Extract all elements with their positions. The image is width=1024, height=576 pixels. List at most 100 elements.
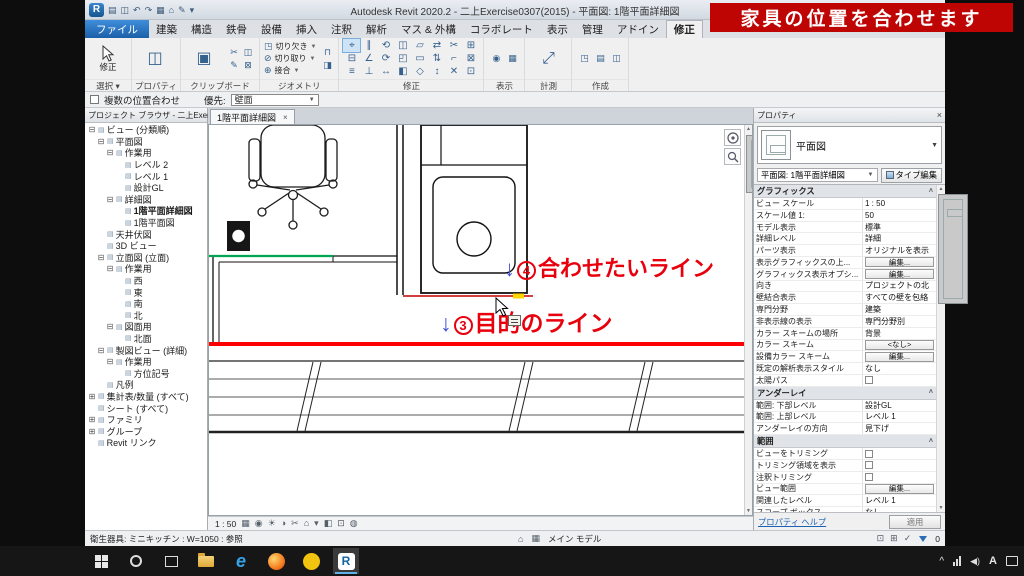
align-tool-icon[interactable]: ⌖ (343, 39, 360, 52)
modify-tool-icon-12[interactable]: ▭ (411, 52, 428, 65)
property-group-グラフィックス[interactable]: グラフィックス˄ (754, 185, 936, 198)
action-center-icon[interactable] (1006, 556, 1018, 566)
geometry-extra-icon-1[interactable]: ◨ (320, 59, 334, 72)
modify-tool-icon-15[interactable]: ⊠ (462, 52, 479, 65)
geometry-tool-0[interactable]: ◳切り欠き▼ (264, 41, 316, 52)
tree-item-3D ビュー[interactable]: ▤3D ビュー (85, 240, 207, 252)
tree-item-ビュー (分類順)[interactable]: ⊟▤ビュー (分類順) (85, 124, 207, 136)
tree-item-詳細図[interactable]: ⊟▤詳細図 (85, 194, 207, 206)
view-control-icon-3[interactable]: ◑ (281, 518, 286, 529)
properties-help-link[interactable]: プロパティ ヘルプ (758, 516, 826, 528)
tree-item-作業用[interactable]: ⊟▤作業用 (85, 263, 207, 275)
clipboard-tool-icon-3[interactable]: ⊠ (241, 59, 255, 72)
search-button[interactable] (123, 548, 149, 574)
tree-item-北[interactable]: ▤北 (85, 310, 207, 322)
view-control-icon-2[interactable]: ☀ (268, 518, 276, 529)
properties-scrollbar[interactable]: ▲ ▼ (936, 185, 945, 512)
ribbon-tab-注釈[interactable]: 注釈 (324, 20, 359, 38)
ribbon-tab-管理[interactable]: 管理 (575, 20, 610, 38)
modify-tool-icon-22[interactable]: ✕ (445, 65, 462, 78)
ribbon-tab-建築[interactable]: 建築 (149, 20, 184, 38)
modify-tool-icon-16[interactable]: ≡ (343, 65, 360, 78)
scrollbar-thumb[interactable] (746, 135, 753, 193)
clipboard-tool-icon-1[interactable]: ◫ (241, 46, 255, 59)
tree-item-Revit リンク[interactable]: ▤Revit リンク (85, 437, 207, 449)
tree-item-作業用[interactable]: ⊟▤作業用 (85, 147, 207, 159)
tree-item-製図ビュー (詳細)[interactable]: ⊟▤製図ビュー (詳細) (85, 344, 207, 356)
modify-button[interactable]: 修正 (89, 45, 127, 72)
modify-tool-icon-9[interactable]: ∠ (360, 52, 377, 65)
view-tool-icon-0[interactable]: ◉ (488, 50, 504, 68)
file-explorer-icon[interactable] (193, 548, 219, 574)
document-tab[interactable]: 1階平面詳細図 × (210, 109, 295, 124)
view-scale[interactable]: 1 : 50 (215, 519, 236, 529)
modify-tool-icon-20[interactable]: ◇ (411, 65, 428, 78)
canvas-vertical-scrollbar[interactable]: ▲ ▼ (744, 125, 752, 515)
tree-item-西[interactable]: ▤西 (85, 275, 207, 287)
ribbon-tab-構造[interactable]: 構造 (184, 20, 219, 38)
worksets-icon[interactable]: ▦ (531, 533, 540, 544)
modify-tool-icon-21[interactable]: ↕ (428, 65, 445, 78)
tree-item-北面[interactable]: ▤北面 (85, 333, 207, 345)
ime-indicator[interactable]: A (989, 555, 997, 567)
ribbon-tab-鉄骨[interactable]: 鉄骨 (219, 20, 254, 38)
ribbon-tab-アドイン[interactable]: アドイン (610, 20, 666, 38)
qat-icon-4[interactable]: ▦ (156, 3, 165, 17)
tree-item-グループ[interactable]: ⊞▤グループ (85, 425, 207, 437)
revit-logo-icon[interactable]: R (89, 3, 104, 17)
tree-item-平面図[interactable]: ⊟▤平面図 (85, 136, 207, 148)
tree-item-方位記号[interactable]: ▤方位記号 (85, 367, 207, 379)
create-tool-icon-1[interactable]: ▤ (592, 50, 608, 68)
zoom-icon[interactable] (724, 148, 741, 165)
modify-tool-icon-2[interactable]: ⟲ (377, 39, 394, 52)
properties-toggle-button[interactable]: ◫ (136, 50, 174, 68)
modify-tool-icon-13[interactable]: ⇅ (428, 52, 445, 65)
status-icon-2[interactable]: ✓ (904, 533, 912, 544)
modify-tool-icon-7[interactable]: ⊞ (462, 39, 479, 52)
firefox-browser-icon[interactable] (263, 548, 289, 574)
ribbon-tab-挿入[interactable]: 挿入 (289, 20, 324, 38)
tray-expand-icon[interactable]: ^ (939, 556, 944, 567)
edit-type-button[interactable]: タイプ編集 (881, 168, 943, 183)
status-icon-0[interactable]: ⊡ (877, 533, 885, 544)
scroll-up-icon[interactable]: ▲ (745, 125, 752, 133)
geometry-tool-1[interactable]: ⊘切り取り▼ (264, 53, 316, 64)
filter-icon[interactable] (919, 536, 927, 542)
qat-icon-6[interactable]: ✎ (178, 3, 186, 17)
panel-label-select[interactable]: 選択 ▾ (85, 79, 131, 91)
steering-wheel-icon[interactable] (724, 129, 741, 146)
qat-icon-0[interactable]: ▤ (108, 3, 117, 17)
tree-item-作業用[interactable]: ⊟▤作業用 (85, 356, 207, 368)
geometry-tool-2[interactable]: ⊕接合▼ (264, 65, 316, 76)
tree-item-集計表/数量 (すべて)[interactable]: ⊞▤集計表/数量 (すべて) (85, 391, 207, 403)
tree-item-1階平面図[interactable]: ▤1階平面図 (85, 217, 207, 229)
ribbon-tab-表示[interactable]: 表示 (540, 20, 575, 38)
qat-icon-7[interactable]: ▾ (190, 3, 195, 17)
view-control-icon-8[interactable]: ⊡ (337, 518, 345, 529)
file-tab[interactable]: ファイル (85, 20, 149, 38)
modify-tool-icon-11[interactable]: ◰ (394, 52, 411, 65)
multiple-alignment-checkbox[interactable] (90, 95, 99, 104)
instance-selector[interactable]: 平面図: 1階平面詳細図 ▼ (757, 168, 878, 182)
qat-icon-1[interactable]: ◫ (121, 3, 130, 17)
home-icon[interactable]: ⌂ (518, 534, 523, 544)
task-view-button[interactable] (158, 548, 184, 574)
view-control-icon-0[interactable]: ▦ (241, 518, 250, 529)
modify-tool-icon-14[interactable]: ⌐ (445, 52, 462, 65)
drawing-canvas[interactable]: ↓4合わせたいライン ↓3目的のライン (208, 124, 753, 516)
tree-item-凡例[interactable]: ▤凡例 (85, 379, 207, 391)
ribbon-tab-設備[interactable]: 設備 (254, 20, 289, 38)
start-button[interactable] (88, 548, 114, 574)
tree-item-ファミリ[interactable]: ⊞▤ファミリ (85, 414, 207, 426)
edge-browser-icon[interactable]: e (228, 548, 254, 574)
view-control-icon-7[interactable]: ◧ (324, 518, 333, 529)
view-tool-icon-1[interactable]: ▦ (504, 50, 520, 68)
close-icon[interactable]: × (937, 110, 942, 120)
view-control-icon-1[interactable]: ◉ (255, 518, 263, 529)
tree-item-南[interactable]: ▤南 (85, 298, 207, 310)
tree-item-シート (すべて)[interactable]: ▤シート (すべて) (85, 402, 207, 414)
scroll-down-icon[interactable]: ▼ (745, 507, 752, 515)
ribbon-tab-マス & 外構[interactable]: マス & 外構 (394, 20, 463, 38)
scrollbar-thumb[interactable] (938, 194, 968, 304)
clipboard-tool-icon-0[interactable]: ✂ (227, 46, 241, 59)
